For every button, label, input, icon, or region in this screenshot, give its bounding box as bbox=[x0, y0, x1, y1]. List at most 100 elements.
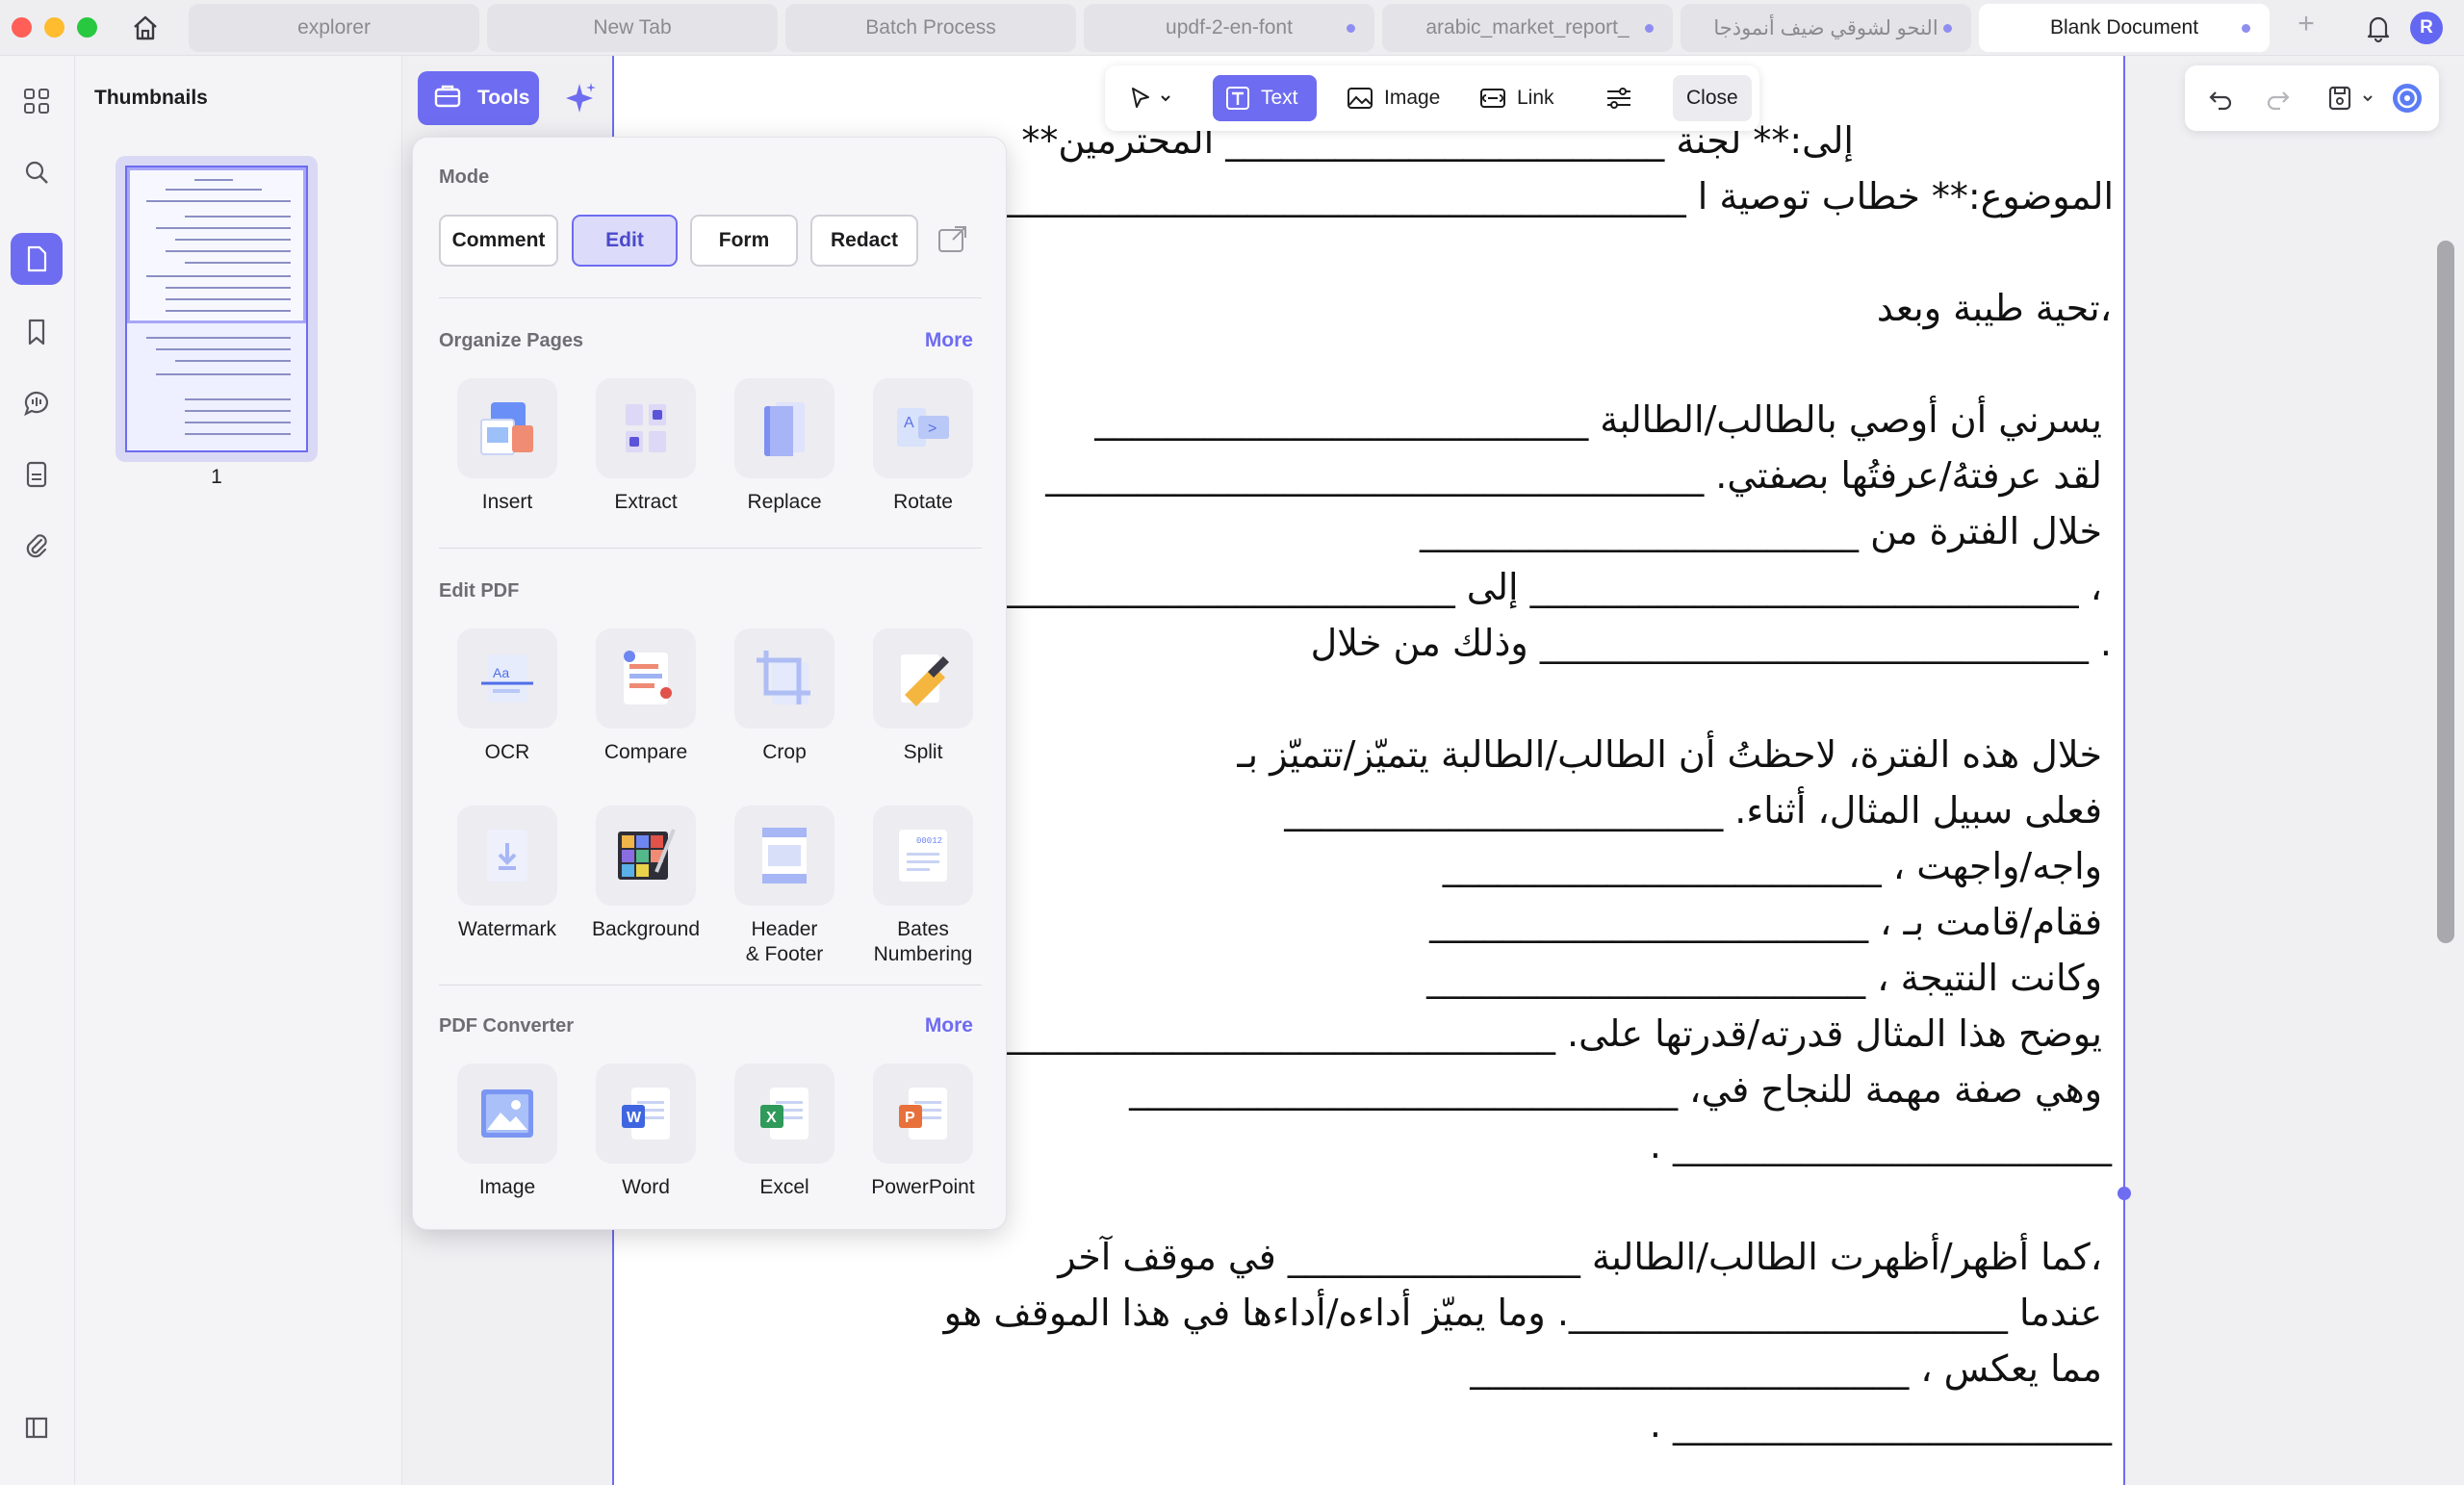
minimize-window-button[interactable] bbox=[44, 17, 64, 38]
tool-label: Word bbox=[622, 1176, 670, 1198]
page-tools-icon[interactable] bbox=[11, 448, 63, 500]
doc-line[interactable]: مما يعكس ، ________________________ bbox=[1470, 1347, 2102, 1390]
doc-line[interactable]: لقد عرفتهُ/عرفتُها بصفتي. ______________… bbox=[1045, 454, 2102, 497]
text-box-resize-handle[interactable] bbox=[2118, 1187, 2131, 1200]
chevron-down-icon[interactable] bbox=[2358, 82, 2377, 115]
svg-text:P: P bbox=[905, 1110, 915, 1126]
organize-more-link[interactable]: More bbox=[925, 329, 973, 352]
watermark-tool[interactable]: Watermark bbox=[445, 806, 570, 942]
rotate-tool[interactable]: A > Rotate bbox=[860, 378, 986, 515]
doc-line[interactable]: فقام/قامت بـ ، ________________________ bbox=[1429, 901, 2102, 943]
page-thumbnail[interactable] bbox=[116, 156, 318, 462]
ai-sparkle-icon[interactable] bbox=[554, 73, 604, 123]
doc-line[interactable]: ،تحية طيبة وبعد bbox=[1877, 287, 2112, 329]
insert-tool[interactable]: Insert bbox=[445, 378, 570, 515]
text-tool-label: Text bbox=[1261, 87, 1298, 109]
convert-powerpoint-tool[interactable]: P PowerPoint bbox=[860, 1063, 986, 1200]
close-edit-button[interactable]: Close bbox=[1673, 75, 1752, 121]
doc-line[interactable]: يسرني أن أوصي بالطالب/الطالبة __________… bbox=[1094, 398, 2102, 441]
doc-line[interactable]: الموضوع:** خطاب توصية ا ________________… bbox=[991, 175, 2114, 218]
doc-line[interactable]: ،كما أظهر/أظهرت الطالب/الطالبة _________… bbox=[1058, 1236, 2102, 1278]
text-tool-button[interactable]: Text bbox=[1213, 75, 1317, 121]
tools-button[interactable]: Tools bbox=[418, 71, 539, 125]
link-tool-button[interactable]: Link bbox=[1469, 75, 1565, 121]
attachment-icon[interactable] bbox=[11, 520, 63, 572]
unsaved-dot-icon bbox=[1645, 24, 1654, 33]
ocr-tool[interactable]: Aa OCR bbox=[445, 628, 570, 765]
tool-label: Extract bbox=[614, 491, 678, 513]
replace-tool[interactable]: Replace bbox=[722, 378, 847, 515]
convert-image-tool[interactable]: Image bbox=[445, 1063, 570, 1200]
save-icon[interactable] bbox=[2323, 82, 2356, 115]
bates-numbering-icon: 00012 bbox=[873, 806, 973, 906]
avatar[interactable]: R bbox=[2410, 12, 2443, 44]
tab-explorer[interactable]: explorer bbox=[189, 4, 479, 52]
header-footer-tool[interactable]: Header & Footer bbox=[722, 806, 847, 967]
redo-icon[interactable] bbox=[2262, 82, 2295, 115]
redact-mode-button[interactable]: Redact bbox=[810, 215, 918, 267]
new-tab-button[interactable]: + bbox=[2287, 8, 2325, 40]
split-tool[interactable]: Split bbox=[860, 628, 986, 765]
bell-icon[interactable] bbox=[2362, 12, 2395, 44]
sidebar-toggle-icon[interactable] bbox=[11, 1401, 63, 1453]
extract-tool[interactable]: Extract bbox=[583, 378, 708, 515]
tool-label: PowerPoint bbox=[871, 1176, 975, 1198]
doc-line[interactable]: واجه/واجهت ، ________________________ bbox=[1443, 845, 2102, 887]
image-tool-button[interactable]: Image bbox=[1336, 75, 1451, 121]
undo-icon[interactable] bbox=[2204, 82, 2237, 115]
zoom-window-button[interactable] bbox=[77, 17, 97, 38]
close-window-button[interactable] bbox=[12, 17, 32, 38]
thumbnails-icon[interactable] bbox=[11, 233, 63, 285]
apps-grid-icon[interactable] bbox=[11, 75, 63, 127]
thumbnail-text-line bbox=[156, 227, 291, 229]
converter-section-title: PDF Converter bbox=[439, 1015, 575, 1037]
home-icon[interactable] bbox=[129, 12, 162, 44]
tab-batch-process[interactable]: Batch Process bbox=[785, 4, 1076, 52]
thumbnail-text-line bbox=[166, 310, 291, 312]
properties-button[interactable] bbox=[1594, 75, 1644, 121]
thumbnail-text-line bbox=[166, 189, 262, 191]
edit-mode-button[interactable]: Edit bbox=[572, 215, 678, 267]
comment-icon[interactable] bbox=[11, 377, 63, 429]
doc-line[interactable]: . ________________________ bbox=[1650, 1403, 2112, 1446]
edit-pdf-section-title: Edit PDF bbox=[439, 580, 520, 602]
word-file-icon: W bbox=[596, 1063, 696, 1164]
tab-label: النحو لشوقي ضيف أنموذجا bbox=[1713, 16, 1938, 39]
converter-more-link[interactable]: More bbox=[925, 1014, 973, 1037]
tab-updf-2-en-font[interactable]: updf-2-en-font bbox=[1084, 4, 1374, 52]
tab-new-tab[interactable]: New Tab bbox=[487, 4, 778, 52]
doc-line[interactable]: وكانت النتيجة ، ________________________ bbox=[1426, 957, 2102, 999]
select-tool-button[interactable] bbox=[1116, 75, 1184, 121]
doc-line[interactable]: . ______________________________ وذلك من… bbox=[1311, 622, 2112, 664]
doc-line[interactable]: خلال الفترة من ________________________ bbox=[1420, 510, 2102, 552]
comment-mode-button[interactable]: Comment bbox=[439, 215, 558, 267]
excel-file-icon: X bbox=[734, 1063, 834, 1164]
powerpoint-file-icon: P bbox=[873, 1063, 973, 1164]
tab-bar: explorer New Tab Batch Process updf-2-en… bbox=[0, 0, 2464, 56]
tab-arabic-market-report[interactable]: arabic_market_report_ bbox=[1382, 4, 1673, 52]
doc-line[interactable]: خلال هذه الفترة، لاحظتُ أن الطالب/الطالب… bbox=[1237, 733, 2102, 776]
crop-tool[interactable]: Crop bbox=[722, 628, 847, 765]
tab-arabic-grammar[interactable]: النحو لشوقي ضيف أنموذجا bbox=[1681, 4, 1971, 52]
bates-numbering-tool[interactable]: 00012 Bates Numbering bbox=[860, 806, 986, 967]
background-tool[interactable]: Background bbox=[583, 806, 708, 942]
convert-excel-tool[interactable]: X Excel bbox=[722, 1063, 847, 1200]
form-mode-button[interactable]: Form bbox=[690, 215, 798, 267]
avatar-initial: R bbox=[2420, 17, 2433, 38]
doc-line[interactable]: ، ______________________________ إلى ___… bbox=[907, 566, 2102, 608]
open-external-icon[interactable] bbox=[936, 222, 970, 257]
compare-tool[interactable]: Compare bbox=[583, 628, 708, 765]
doc-line[interactable]: عندما ________________________. وما يميّ… bbox=[944, 1292, 2102, 1334]
doc-line[interactable]: يوضح هذا المثال قدرته/قدرتها على. ______… bbox=[1007, 1012, 2102, 1055]
close-label: Close bbox=[1686, 87, 1738, 109]
tool-label: Rotate bbox=[893, 491, 953, 513]
bookmark-icon[interactable] bbox=[11, 306, 63, 358]
doc-line[interactable]: . ________________________ bbox=[1650, 1124, 2112, 1166]
updf-ai-icon[interactable] bbox=[2391, 82, 2424, 115]
convert-word-tool[interactable]: W Word bbox=[583, 1063, 708, 1200]
tab-blank-document[interactable]: Blank Document bbox=[1979, 4, 2270, 52]
vertical-scrollbar[interactable] bbox=[2437, 241, 2454, 943]
search-icon[interactable] bbox=[11, 146, 63, 198]
doc-line[interactable]: وهي صفة مهمة للنجاح في، ________________… bbox=[1129, 1068, 2102, 1111]
doc-line[interactable]: فعلى سبيل المثال، أثناء. _______________… bbox=[1284, 789, 2102, 832]
